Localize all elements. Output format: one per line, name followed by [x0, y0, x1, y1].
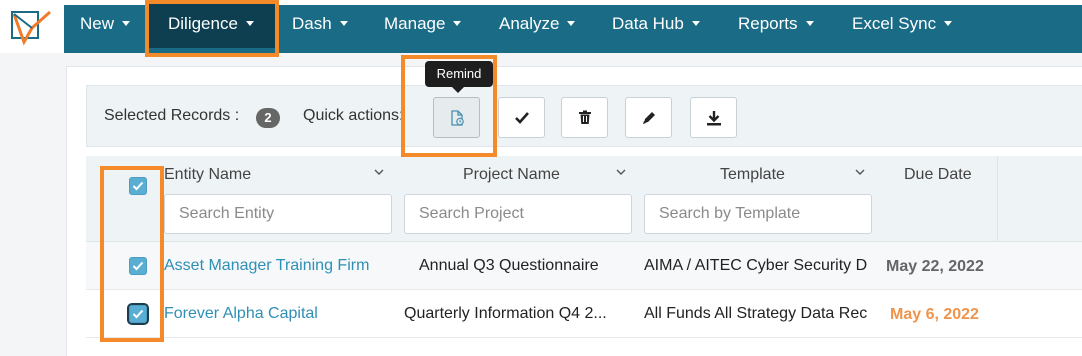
column-separator: [997, 156, 998, 242]
nav-item-reports[interactable]: Reports: [738, 0, 814, 48]
approve-button[interactable]: [498, 97, 545, 138]
download-button[interactable]: [690, 97, 737, 138]
nav-item-dash[interactable]: Dash: [292, 0, 348, 48]
nav-item-manage[interactable]: Manage: [384, 0, 462, 48]
selected-count-badge: 2: [256, 108, 280, 128]
search-template-input[interactable]: Search by Template: [644, 194, 872, 234]
template-cell: All Funds All Strategy Data Rec: [644, 305, 868, 322]
checkmark-icon: [132, 261, 144, 271]
nav-item-analyze[interactable]: Analyze: [499, 0, 576, 48]
quick-actions-label: Quick actions:: [303, 107, 404, 124]
caret-down-icon: [691, 21, 700, 27]
row-checkbox[interactable]: [127, 303, 149, 325]
app-logo[interactable]: [0, 5, 64, 53]
caret-down-icon: [805, 21, 814, 27]
due-date-cell: May 6, 2022: [890, 306, 979, 323]
entity-link[interactable]: Forever Alpha Capital: [164, 305, 318, 323]
download-icon: [706, 110, 721, 125]
nav-item-new[interactable]: New: [80, 0, 131, 48]
caret-down-icon: [339, 21, 348, 27]
trash-icon: [578, 110, 591, 124]
column-header-project-name[interactable]: Project Name: [463, 166, 560, 184]
caret-down-icon: [567, 21, 576, 27]
check-icon: [514, 111, 529, 124]
search-entity-input[interactable]: Search Entity: [164, 194, 392, 234]
remind-tooltip: Remind: [425, 61, 493, 87]
project-cell: Quarterly Information Q4 2...: [404, 305, 607, 322]
row-checkbox[interactable]: [129, 257, 147, 275]
select-all-checkbox[interactable]: [129, 177, 147, 195]
column-header-template[interactable]: Template: [720, 166, 785, 184]
column-header-entity-name[interactable]: Entity Name: [164, 166, 251, 184]
tooltip-arrow: [452, 87, 464, 93]
search-project-input[interactable]: Search Project: [404, 194, 632, 234]
checkmark-icon: [132, 309, 144, 319]
caret-down-icon: [453, 21, 462, 27]
remind-document-icon: [450, 109, 464, 126]
chevron-down-icon[interactable]: [374, 167, 384, 177]
template-cell: AIMA / AITEC Cyber Security D: [644, 257, 868, 274]
app-page: New Diligence Dash Manage Analyze Data H…: [0, 0, 1082, 356]
nav-item-diligence[interactable]: Diligence: [149, 0, 275, 48]
chevron-down-icon[interactable]: [855, 167, 865, 177]
entity-link[interactable]: Asset Manager Training Firm: [164, 257, 369, 275]
column-header-due-date[interactable]: Due Date: [904, 166, 972, 184]
caret-down-icon: [245, 21, 254, 27]
remind-button[interactable]: [433, 97, 480, 138]
project-cell: Annual Q3 Questionnaire: [419, 257, 599, 274]
logo-icon: [11, 10, 51, 46]
chevron-down-icon[interactable]: [616, 167, 626, 177]
due-date-cell: May 22, 2022: [886, 258, 984, 275]
nav-item-data-hub[interactable]: Data Hub: [612, 0, 700, 48]
delete-button[interactable]: [561, 97, 608, 138]
checkmark-icon: [132, 181, 144, 191]
caret-down-icon: [122, 21, 131, 27]
selected-records-label: Selected Records :: [104, 107, 240, 124]
edit-button[interactable]: [625, 97, 672, 138]
caret-down-icon: [944, 21, 953, 27]
nav-item-excel-sync[interactable]: Excel Sync: [852, 0, 953, 48]
pencil-icon: [642, 111, 655, 124]
